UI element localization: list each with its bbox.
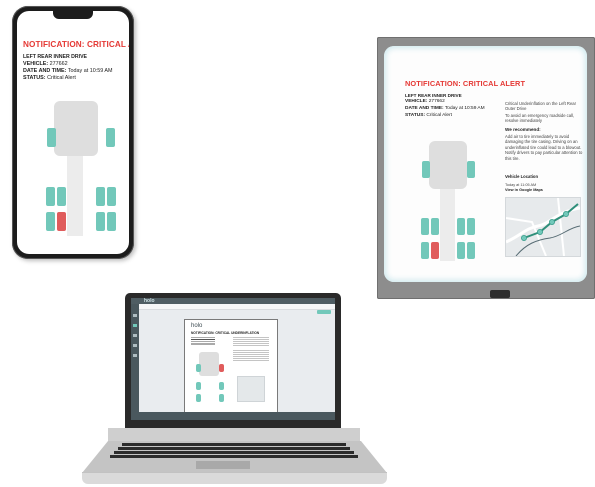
wall-truck-tire-diagram (400, 136, 496, 276)
wall-alert-title: NOTIFICATION: CRITICAL ALERT (405, 79, 526, 88)
doc-logo: holo (191, 323, 203, 329)
doc-map (237, 376, 265, 402)
laptop-keyboard-deck (82, 441, 387, 473)
tire-rear2-right-inner (96, 212, 105, 231)
wall-tire-rear1-left-outer (421, 218, 429, 235)
tire-front-left (47, 128, 56, 147)
doc-truck-cab (199, 352, 219, 376)
truck-cab (54, 101, 98, 156)
truck-tire-diagram (17, 91, 129, 241)
sidebar-icon-3[interactable] (133, 334, 137, 337)
sidebar-icon-5[interactable] (133, 354, 137, 357)
wall-tire-rear2-right-outer (467, 242, 475, 259)
wall-truck-frame (440, 189, 455, 261)
phone-alert-title: NOTIFICATION: CRITICAL ALERT (23, 40, 129, 49)
wall-alert-instruction: To avoid an emergency roadside call, res… (505, 113, 575, 124)
tire-rear1-right-outer (107, 187, 116, 206)
wall-date-row: DATE AND TIME: Today at 10:59 AM (405, 106, 485, 111)
phone-status-value: Critical Alert (47, 75, 76, 81)
phone-alert-location: LEFT REAR INNER DRIVE (23, 54, 87, 60)
doc-tire-front-left (196, 364, 201, 372)
doc-recommend-lines (233, 350, 269, 362)
wall-tire-rear1-right-outer (467, 218, 475, 235)
wall-tire-rear1-right-inner (457, 218, 465, 235)
phone-status-label: STATUS: (23, 75, 46, 81)
laptop-front-edge (82, 472, 387, 484)
wall-vehicle-label: VEHICLE: (405, 99, 428, 104)
tire-front-right (106, 128, 115, 147)
wall-vehicle-value: 277662 (428, 99, 445, 104)
laptop-screen: holo holo NOTIFICATION: CRITICAL UNDERIN… (131, 298, 335, 420)
notification-document-preview: holo NOTIFICATION: CRITICAL UNDERINFLATI… (184, 319, 278, 414)
wall-tire-rear2-left-outer (421, 242, 429, 259)
phone-status-row: STATUS: Critical Alert (23, 75, 76, 81)
doc-info-lines (191, 337, 215, 346)
app-toolbar (139, 304, 335, 310)
doc-text-lines (233, 337, 269, 347)
phone-date-value: Today at 10:59 AM (67, 68, 113, 74)
doc-tire-rear1-right (219, 382, 224, 390)
wall-recommend-body: Add air to tire immediately to avoid dam… (505, 134, 583, 161)
laptop-hinge (108, 428, 360, 442)
tire-rear2-left-outer (46, 212, 55, 231)
phone-date-row: DATE AND TIME: Today at 10:59 AM (23, 68, 112, 74)
wall-tire-rear2-left-inner-alert (431, 242, 439, 259)
app-action-button[interactable] (317, 310, 331, 314)
doc-tire-front-right-alert (219, 364, 224, 372)
wall-date-value: Today at 10:59 AM (444, 106, 485, 111)
wall-display-device: NOTIFICATION: CRITICAL ALERT LEFT REAR I… (377, 37, 595, 299)
tire-rear1-left-outer (46, 187, 55, 206)
tire-rear1-left-inner (57, 187, 66, 206)
wall-truck-cab (429, 141, 467, 189)
wall-vehicle-location-label: Vehicle Location (505, 174, 539, 179)
wall-recommend-heading: We recommend: (505, 127, 541, 132)
truck-frame (67, 156, 83, 236)
phone-date-label: DATE AND TIME: (23, 68, 67, 74)
sidebar-icon-4[interactable] (133, 344, 137, 347)
wall-tire-rear1-left-inner (431, 218, 439, 235)
wall-tire-rear2-right-inner (457, 242, 465, 259)
doc-tire-rear2-right (219, 394, 224, 402)
tire-rear2-right-outer (107, 212, 116, 231)
wall-alert-location: LEFT REAR INNER DRIVE (405, 93, 462, 98)
wall-tire-front-right (467, 161, 475, 178)
phone-notch (53, 11, 93, 19)
phone-vehicle-row: VEHICLE: 277662 (23, 61, 68, 67)
wall-vehicle-row: VEHICLE: 277662 (405, 99, 445, 104)
doc-title: NOTIFICATION: CRITICAL UNDERINFLATION (191, 331, 260, 335)
doc-tire-rear1-left (196, 382, 201, 390)
wall-tire-front-left (422, 161, 430, 178)
sidebar-icon-2[interactable] (133, 324, 137, 327)
app-status-bar (139, 412, 335, 420)
wall-alert-description: Critical Underinflation on the Left Rear… (505, 101, 576, 112)
phone-vehicle-label: VEHICLE: (23, 61, 49, 67)
app-sidebar (131, 304, 139, 420)
wall-location-time: Today at 11:05 AM (505, 183, 537, 187)
smartphone-device: NOTIFICATION: CRITICAL ALERT LEFT REAR I… (12, 6, 134, 259)
wall-status-row: STATUS: Critical Alert (405, 113, 452, 118)
vehicle-location-map[interactable] (505, 197, 581, 257)
wall-display-screen: NOTIFICATION: CRITICAL ALERT LEFT REAR I… (384, 46, 587, 282)
phone-screen: NOTIFICATION: CRITICAL ALERT LEFT REAR I… (17, 11, 129, 254)
phone-vehicle-value: 277662 (49, 61, 68, 67)
tire-rear1-right-inner (96, 187, 105, 206)
wall-status-label: STATUS: (405, 113, 426, 118)
wall-status-value: Critical Alert (426, 113, 453, 118)
sidebar-icon-1[interactable] (133, 314, 137, 317)
tire-rear2-left-inner-alert (57, 212, 66, 231)
wall-display-handle (490, 290, 510, 298)
map-graphic (506, 198, 580, 256)
wall-date-label: DATE AND TIME: (405, 106, 444, 111)
doc-tire-rear2-left (196, 394, 201, 402)
wall-map-link[interactable]: View in Google Maps (505, 188, 543, 192)
